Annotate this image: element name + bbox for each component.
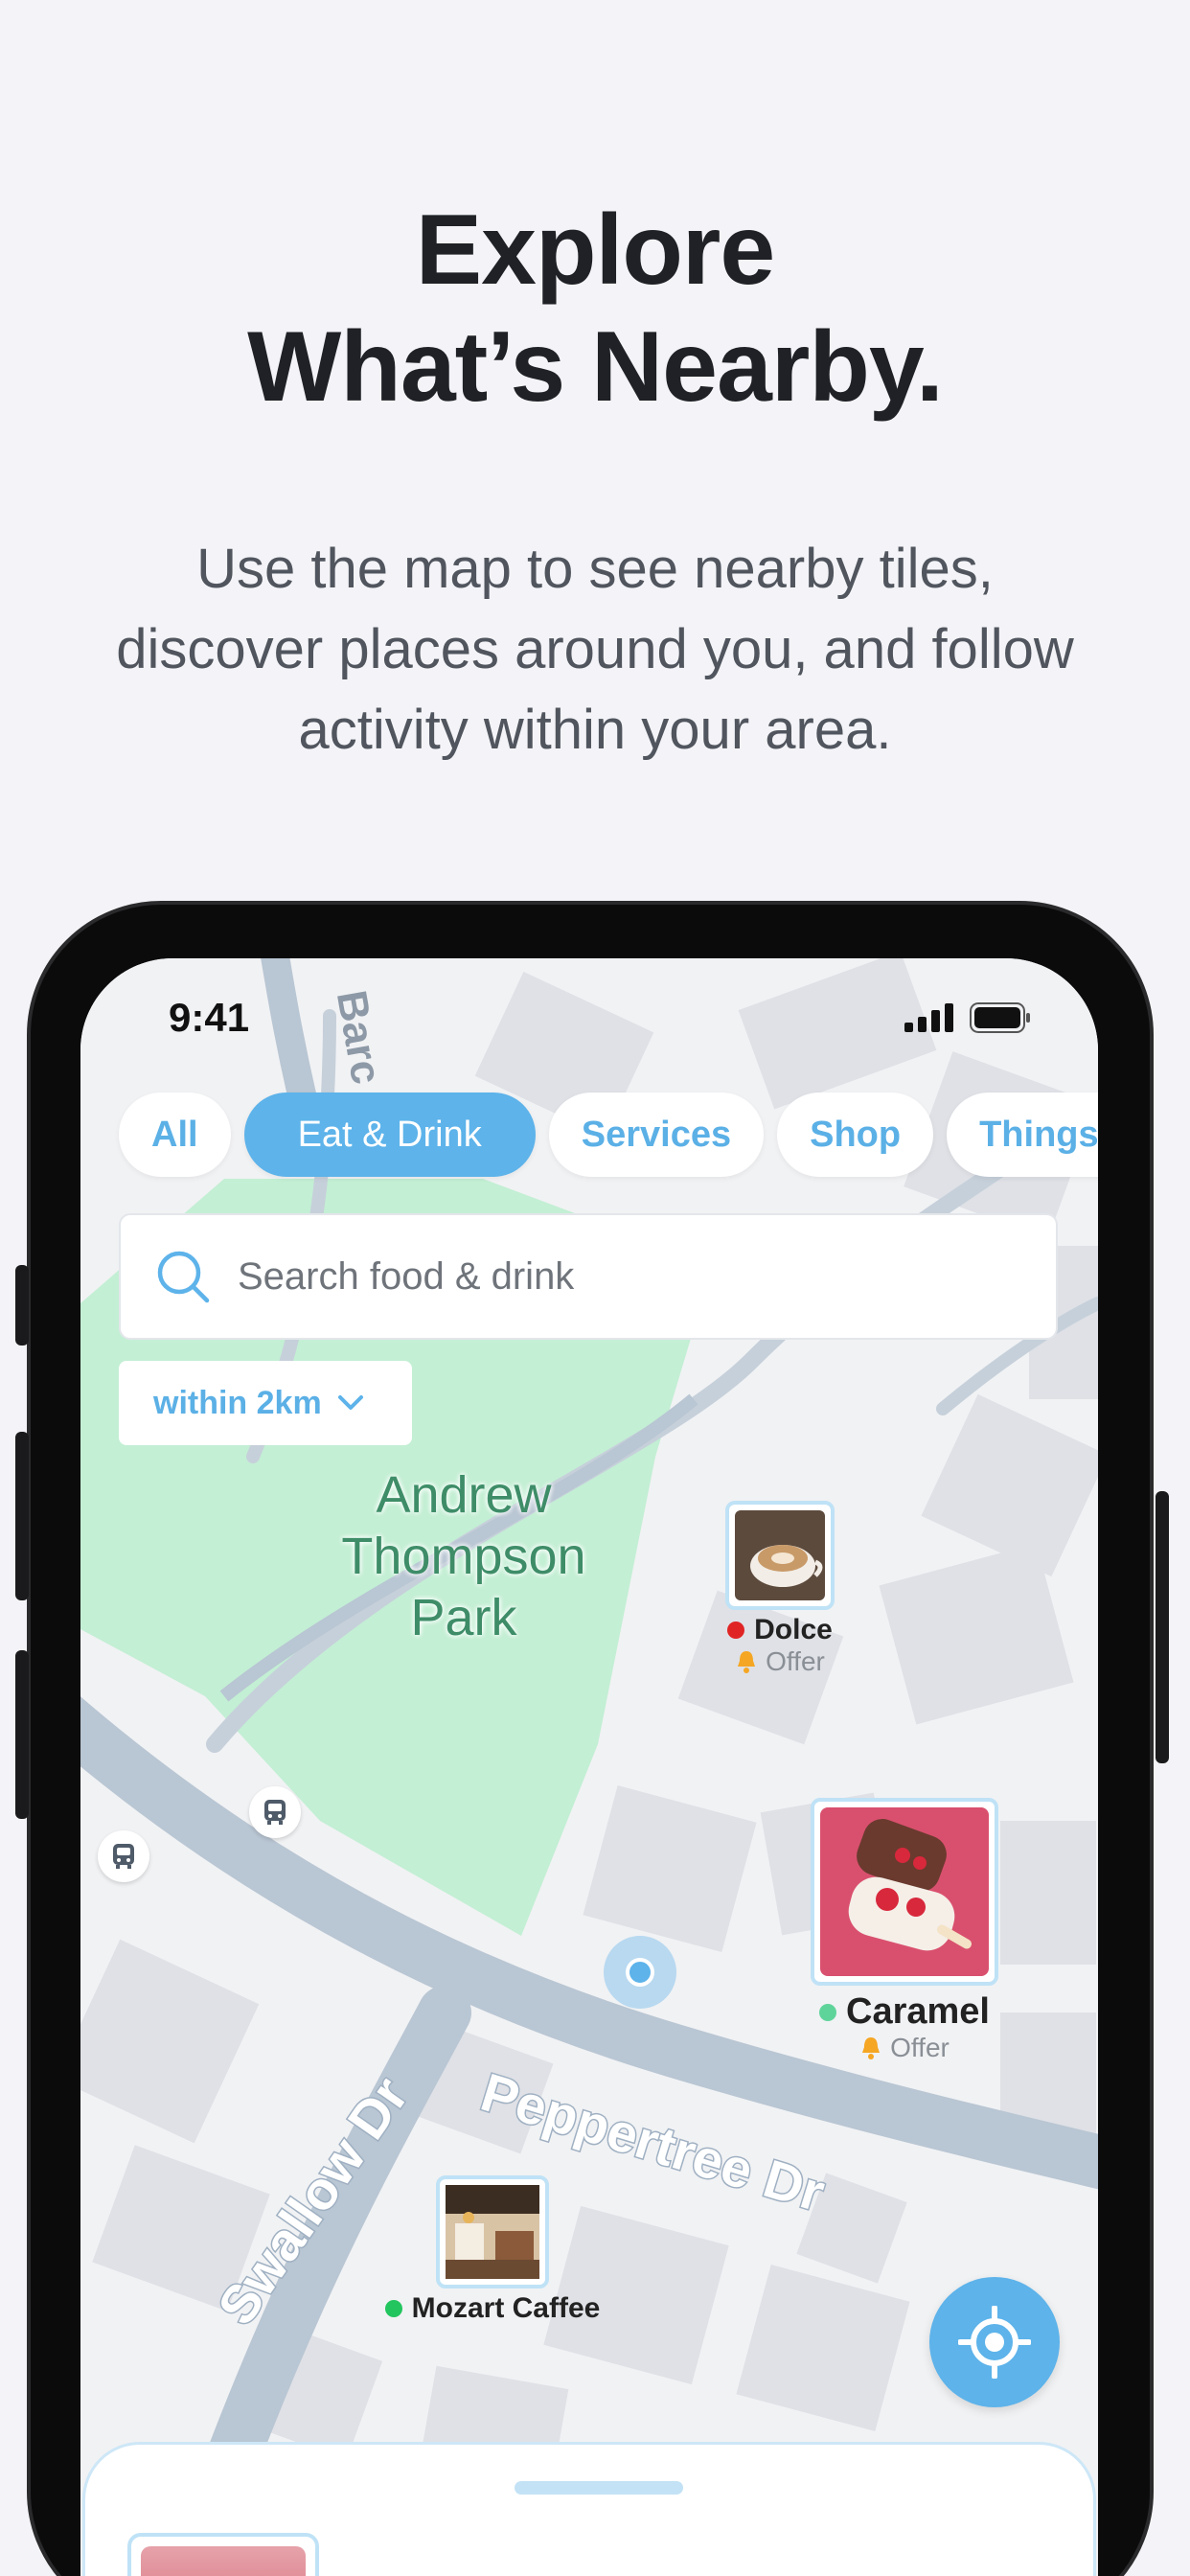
- status-icons: [904, 1002, 1031, 1033]
- sheet-drag-handle[interactable]: [515, 2481, 683, 2495]
- radius-filter-dropdown[interactable]: within 2km: [119, 1361, 412, 1445]
- offer-label: Offer: [766, 1646, 825, 1676]
- place-name: Dolce: [754, 1614, 833, 1645]
- bell-icon: [862, 2037, 881, 2059]
- status-dot: [384, 2300, 402, 2317]
- status-dot: [727, 1622, 745, 1639]
- bottom-sheet[interactable]: [82, 2442, 1096, 2576]
- bus-stop-marker[interactable]: [98, 1830, 149, 1882]
- search-icon: [157, 1251, 210, 1303]
- place-thumbnail: [811, 1798, 998, 1986]
- place-marker-dolce[interactable]: Dolce Offer: [713, 1501, 847, 1677]
- user-location-marker: [604, 1936, 676, 2009]
- bus-stop-marker[interactable]: [249, 1786, 301, 1838]
- offer-label: Offer: [890, 2033, 950, 2062]
- search-bar[interactable]: [119, 1213, 1058, 1340]
- place-marker-mozart-caffee[interactable]: Mozart Caffee: [368, 2175, 617, 2325]
- sheet-place-thumbnail[interactable]: [127, 2533, 319, 2576]
- status-dot: [819, 2003, 836, 2021]
- dessert-image: [141, 2546, 306, 2576]
- phone-screen: 9:41 All Eat & Drink Services Shop Thing…: [80, 958, 1098, 2576]
- phone-volume-down: [15, 1650, 29, 1819]
- crosshair-icon: [958, 2306, 1031, 2379]
- chip-all[interactable]: All: [119, 1092, 231, 1177]
- place-name: Caramel: [846, 1991, 990, 2032]
- locate-me-button[interactable]: [929, 2277, 1060, 2407]
- bus-icon: [113, 1844, 134, 1869]
- battery-icon: [970, 1002, 1030, 1033]
- cafe-interior-image: [446, 2185, 539, 2279]
- place-thumbnail: [725, 1501, 835, 1610]
- radius-filter-label: within 2km: [153, 1384, 322, 1421]
- phone-side-button: [15, 1265, 29, 1346]
- chip-services[interactable]: Services: [548, 1092, 765, 1177]
- subtitle-line-1: Use the map to see nearby tiles,: [196, 538, 994, 600]
- place-thumbnail: [436, 2175, 549, 2288]
- subtitle-line-2: discover places around you, and follow: [116, 618, 1074, 680]
- place-name: Mozart Caffee: [411, 2292, 601, 2324]
- chip-eat-drink[interactable]: Eat & Drink: [243, 1092, 536, 1177]
- subtitle-line-3: activity within your area.: [298, 699, 892, 761]
- park-label: Andrew Thompson Park: [341, 1466, 586, 1646]
- chevron-down-icon: [337, 1395, 363, 1410]
- phone-power-button: [1156, 1491, 1169, 1763]
- phone-volume-up: [15, 1432, 29, 1600]
- title-line-2: What’s Nearby.: [247, 311, 944, 423]
- chip-shop[interactable]: Shop: [777, 1092, 934, 1177]
- category-chips: All Eat & Drink Services Shop Things to …: [119, 1092, 1098, 1177]
- coffee-cup-image: [735, 1510, 825, 1600]
- title-line-1: Explore: [415, 195, 775, 306]
- bell-icon: [738, 1651, 756, 1673]
- user-location-dot: [626, 1958, 654, 1987]
- place-marker-caramel[interactable]: Caramel Offer: [799, 1798, 1010, 2063]
- bus-icon: [264, 1800, 286, 1825]
- dessert-image: [820, 1807, 989, 1976]
- page-subtitle: Use the map to see nearby tiles, discove…: [38, 529, 1152, 770]
- search-input[interactable]: [238, 1254, 966, 1299]
- page-title: Explore What’s Nearby.: [0, 192, 1190, 426]
- chip-things-to-do[interactable]: Things to do: [947, 1092, 1098, 1177]
- status-time: 9:41: [169, 995, 250, 1040]
- signal-icon: [904, 1003, 953, 1032]
